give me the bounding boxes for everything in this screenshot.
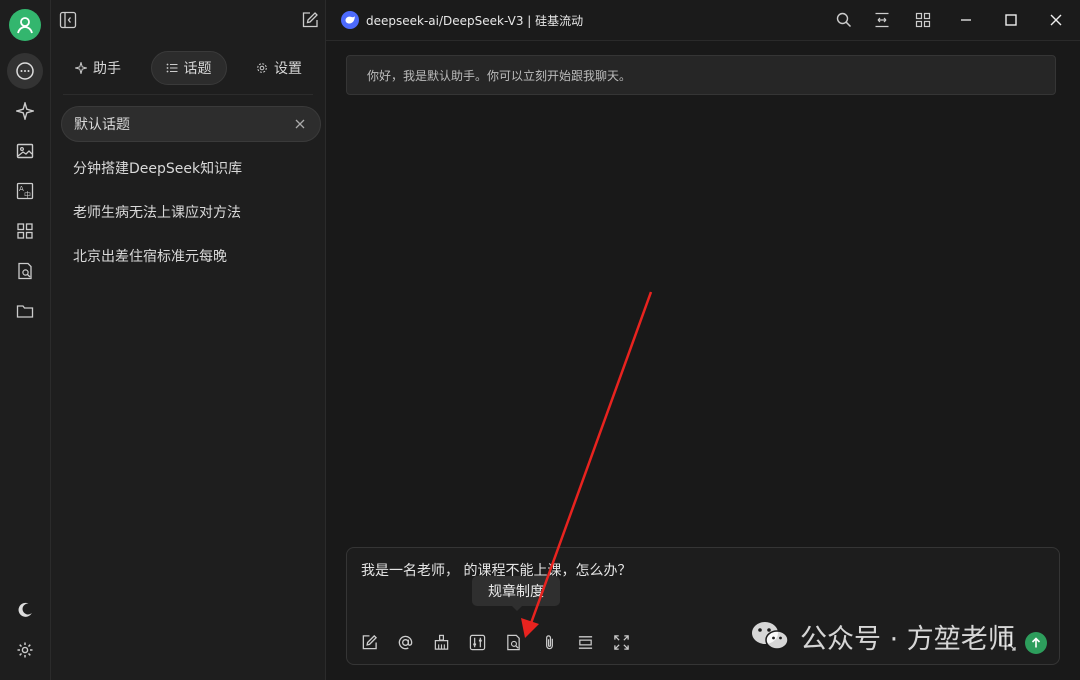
icon-rail: A 中 — [0, 0, 51, 680]
minimize-icon — [961, 19, 971, 21]
gear-icon — [257, 63, 267, 73]
narrow-mode-button[interactable] — [872, 10, 892, 30]
layout-button[interactable] — [913, 10, 933, 30]
rail-translate-button[interactable]: A 中 — [7, 173, 43, 209]
chat-bubble-icon — [16, 62, 34, 80]
tooltip-knowledge: 规章制度 — [472, 576, 560, 611]
rail-agents-button[interactable] — [7, 93, 43, 129]
topic-item[interactable]: 分钟搭建DeepSeek知识库 — [61, 150, 321, 186]
arrow-up-icon — [1031, 637, 1041, 648]
sliders-icon — [469, 634, 485, 650]
clear-context-tool[interactable] — [431, 632, 451, 652]
tab-settings-label: 设置 — [274, 61, 302, 77]
welcome-message: 你好，我是默认助手。你可以立刻开始跟我聊天。 — [346, 55, 1056, 95]
document-search-icon — [506, 634, 520, 650]
topic-item[interactable]: 北京出差住宿标准元每晚 — [61, 238, 321, 274]
new-topic-button[interactable] — [299, 9, 321, 31]
rail-settings-button[interactable] — [7, 632, 43, 668]
list-icon — [166, 63, 177, 73]
user-avatar[interactable] — [9, 9, 41, 41]
close-icon — [1050, 14, 1062, 26]
search-icon — [836, 12, 852, 28]
knowledge-base-tool[interactable] — [503, 632, 523, 652]
grid-icon — [17, 223, 33, 239]
rail-image-button[interactable] — [7, 133, 43, 169]
sidebar-tabs: 助手 话题 设置 — [61, 51, 316, 85]
at-icon — [398, 635, 412, 649]
layout-narrow-icon — [875, 12, 889, 28]
edit-icon — [302, 12, 318, 28]
image-icon — [16, 143, 34, 159]
window-title: deepseek-ai/DeepSeek-V3 | 硅基流动 — [366, 14, 584, 28]
moon-icon — [18, 602, 32, 617]
broom-icon — [434, 634, 448, 650]
topic-item-default[interactable]: 默认话题 — [61, 106, 321, 142]
topic-item-label: 北京出差住宿标准元每晚 — [73, 249, 227, 265]
mention-model-tool[interactable] — [395, 632, 415, 652]
maximize-icon — [1005, 14, 1017, 26]
document-search-icon — [18, 262, 32, 280]
whale-icon — [345, 16, 355, 24]
settings-tool[interactable] — [467, 632, 487, 652]
message-input-box[interactable]: 我是一名老师， 的课程不能上课，怎么办？ 规章制度 — [346, 547, 1060, 665]
send-button[interactable] — [1025, 632, 1047, 654]
user-icon — [17, 17, 33, 34]
title-bar: deepseek-ai/DeepSeek-V3 | 硅基流动 — [326, 0, 1080, 41]
attachment-tool[interactable] — [539, 632, 559, 652]
tab-topics-label: 话题 — [183, 61, 212, 77]
paperclip-icon — [545, 634, 553, 649]
tab-assistant[interactable]: 助手 — [61, 51, 135, 85]
translate-icon[interactable] — [999, 634, 1017, 652]
close-icon[interactable] — [294, 118, 306, 130]
tab-assistant-label: 助手 — [93, 61, 121, 77]
topic-item-label: 分钟搭建DeepSeek知识库 — [73, 161, 243, 177]
svg-text:中: 中 — [24, 190, 31, 199]
sidebar-collapse-icon — [59, 11, 77, 29]
tab-topics[interactable]: 话题 — [150, 51, 227, 85]
search-button[interactable] — [834, 10, 854, 30]
fullscreen-icon — [613, 634, 629, 650]
model-logo — [341, 11, 359, 29]
maximize-button[interactable] — [1001, 10, 1021, 30]
folder-icon — [16, 305, 34, 318]
rail-apps-button[interactable] — [7, 213, 43, 249]
sparkle-icon — [16, 102, 34, 120]
message-input[interactable]: 我是一名老师， 的课程不能上课，怎么办？ — [361, 560, 1051, 580]
translate-icon: A 中 — [16, 182, 34, 200]
expand-rows-icon — [578, 635, 592, 649]
gear-icon — [17, 642, 33, 658]
collapse-sidebar-button[interactable] — [57, 9, 79, 31]
tab-settings[interactable]: 设置 — [242, 51, 316, 85]
topic-sidebar: 助手 话题 设置 默认话题 分钟搭建DeepSeek知识库 老师生病无法上课应对… — [51, 0, 326, 680]
sidebar-divider — [63, 94, 313, 95]
rail-theme-button[interactable] — [7, 592, 43, 628]
grid-icon — [915, 12, 931, 28]
chat-area: 你好，我是默认助手。你可以立刻开始跟我聊天。 我是一名老师， 的课程不能上课，怎… — [326, 41, 1080, 680]
fullscreen-tool[interactable] — [611, 632, 631, 652]
rail-files-button[interactable] — [7, 293, 43, 329]
close-window-button[interactable] — [1046, 10, 1066, 30]
paste-layout-tool[interactable] — [575, 632, 595, 652]
rail-knowledge-button[interactable] — [7, 253, 43, 289]
topic-item[interactable]: 老师生病无法上课应对方法 — [61, 194, 321, 230]
edit-icon — [362, 634, 377, 649]
minimize-button[interactable] — [956, 10, 976, 30]
sparkle-icon — [75, 62, 87, 74]
new-topic-tool[interactable] — [359, 632, 379, 652]
topic-item-label: 老师生病无法上课应对方法 — [73, 205, 241, 221]
rail-chat-button[interactable] — [7, 53, 43, 89]
topic-item-label: 默认话题 — [74, 117, 130, 133]
